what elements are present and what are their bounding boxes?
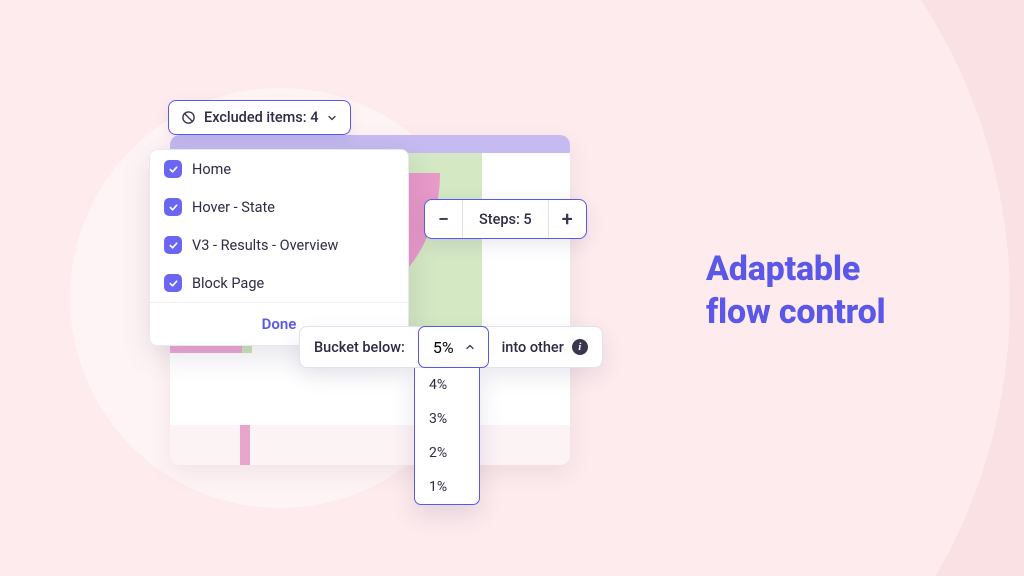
bucket-percent-option[interactable]: 1% — [415, 470, 479, 504]
bucket-after-text: into other — [502, 339, 564, 356]
bucket-control: Bucket below: 5% into other i — [299, 326, 603, 368]
steps-label: Steps: 5 — [463, 200, 548, 238]
feature-headline: Adaptable flow control — [706, 248, 886, 333]
steps-label-prefix: Steps: — [479, 211, 520, 228]
steps-value: 5 — [523, 211, 531, 228]
chevron-up-icon — [464, 341, 476, 353]
bucket-after-label: into other i — [488, 327, 602, 367]
checkbox-checked-icon[interactable] — [164, 160, 182, 178]
bucket-percent-dropdown: 4% 3% 2% 1% — [414, 368, 480, 505]
bucket-percent-option[interactable]: 3% — [415, 402, 479, 436]
excluded-items-dropdown-trigger[interactable]: Excluded items: 4 — [168, 100, 351, 135]
excluded-item-label: Block Page — [192, 275, 264, 292]
stage: Adaptable flow control Excluded items: 4… — [0, 0, 1024, 576]
excluded-items-panel: Home Hover - State V3 - Results - Overvi… — [149, 149, 409, 346]
bucket-percent-option[interactable]: 4% — [415, 368, 479, 402]
headline-line: flow control — [706, 291, 886, 334]
excluded-item-label: Hover - State — [192, 199, 275, 216]
preview-stripe — [482, 153, 570, 353]
bucket-percent-option[interactable]: 2% — [415, 436, 479, 470]
excluded-label-prefix: Excluded items: — [204, 109, 307, 126]
excluded-item-label: Home — [192, 161, 231, 178]
info-icon[interactable]: i — [572, 339, 588, 355]
checkbox-checked-icon[interactable] — [164, 198, 182, 216]
chevron-down-icon — [326, 112, 338, 124]
excluded-item[interactable]: Hover - State — [150, 188, 408, 226]
steps-stepper: − Steps: 5 + — [424, 199, 587, 239]
preview-footer-bar — [170, 425, 570, 465]
excluded-item-label: V3 - Results - Overview — [192, 237, 338, 254]
bucket-percent-select[interactable]: 5% — [418, 326, 489, 368]
excluded-label: Excluded items: 4 — [204, 109, 318, 126]
excluded-item[interactable]: V3 - Results - Overview — [150, 226, 408, 264]
excluded-item[interactable]: Block Page — [150, 264, 408, 302]
checkbox-checked-icon[interactable] — [164, 236, 182, 254]
headline-line: Adaptable — [706, 248, 886, 291]
ban-icon — [181, 110, 196, 125]
steps-increment-button[interactable]: + — [548, 200, 586, 238]
steps-decrement-button[interactable]: − — [425, 200, 463, 238]
bucket-before-label: Bucket below: — [300, 327, 419, 367]
excluded-count: 4 — [310, 109, 318, 126]
bucket-selected-value: 5% — [433, 338, 454, 357]
excluded-item[interactable]: Home — [150, 150, 408, 188]
checkbox-checked-icon[interactable] — [164, 274, 182, 292]
